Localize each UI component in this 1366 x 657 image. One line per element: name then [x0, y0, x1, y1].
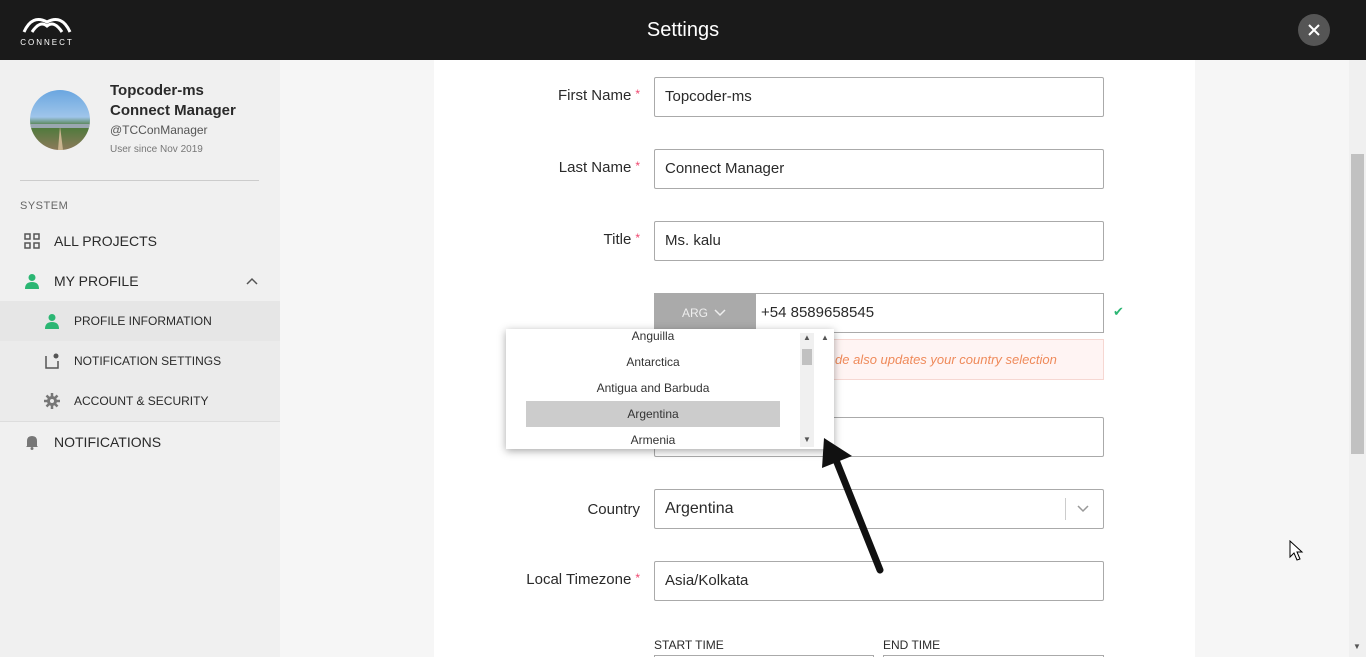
page-scroll-down-arrow[interactable]: ▼ — [1353, 642, 1361, 651]
sidebar-item-my-profile[interactable]: MY PROFILE — [0, 261, 280, 301]
valid-check-icon: ✔ — [1113, 304, 1124, 319]
timezone-label-text: Local Timezone — [526, 571, 632, 588]
user-handle: @TCConManager — [110, 123, 208, 137]
timezone-label: Local Timezone * — [480, 571, 640, 588]
gear-icon — [44, 393, 60, 409]
phone-number-input[interactable]: +54 8589658545 — [756, 293, 1104, 333]
scroll-up-arrow[interactable]: ▲ — [800, 333, 814, 342]
sidebar-subitem-label: ACCOUNT & SECURITY — [74, 394, 209, 408]
chevron-up-icon[interactable] — [246, 276, 258, 286]
listbox-option-selected[interactable]: Argentina — [526, 401, 780, 427]
sidebar-subitem-notification-settings[interactable]: NOTIFICATION SETTINGS — [0, 341, 280, 381]
sidebar-item-all-projects[interactable]: ALL PROJECTS — [0, 221, 280, 261]
page-title: Settings — [646, 19, 720, 41]
scroll-up-arrow-outer[interactable]: ▲ — [818, 333, 832, 342]
bell-icon — [26, 436, 38, 450]
sidebar-item-label: NOTIFICATIONS — [54, 434, 162, 450]
listbox-scroll-thumb[interactable] — [802, 349, 812, 365]
phone-code-text: ARG — [682, 306, 709, 320]
person-icon — [25, 274, 39, 289]
user-name-line2: Connect Manager — [110, 102, 236, 119]
phone-country-code-select[interactable]: ARG — [654, 293, 756, 333]
user-name-line1: Topcoder-ms — [110, 82, 204, 99]
country-select-value: Argentina — [665, 500, 734, 517]
close-button[interactable] — [1298, 14, 1330, 46]
notification-icon — [45, 353, 59, 369]
page-scrollbar[interactable]: ▼ — [1349, 60, 1366, 657]
user-since: User since Nov 2019 — [110, 144, 203, 155]
start-time-label: START TIME — [654, 638, 724, 652]
title-input[interactable]: Ms. kalu — [654, 221, 1104, 261]
avatar — [30, 90, 90, 150]
sidebar-subitem-label: PROFILE INFORMATION — [74, 314, 212, 328]
sidebar: Topcoder-ms Connect Manager @TCConManage… — [0, 60, 280, 657]
sidebar-divider — [20, 180, 259, 181]
chevron-down-icon — [714, 309, 726, 317]
sidebar-subitem-account-security[interactable]: ACCOUNT & SECURITY — [0, 381, 280, 421]
last-name-label: Last Name * — [500, 159, 640, 176]
first-name-label-text: First Name — [557, 87, 632, 104]
listbox-option[interactable]: Anguilla — [526, 329, 780, 349]
first-name-input[interactable]: Topcoder-ms — [654, 77, 1104, 117]
page-scroll-thumb[interactable] — [1351, 154, 1364, 454]
required-mark: * — [635, 159, 640, 173]
user-name: Topcoder-ms Connect Manager — [110, 81, 236, 121]
last-name-label-text: Last Name — [558, 159, 632, 176]
mouse-cursor-icon — [1289, 540, 1304, 561]
required-mark: * — [635, 87, 640, 101]
end-time-label: END TIME — [883, 638, 941, 652]
sidebar-item-label: MY PROFILE — [54, 273, 139, 289]
title-label-text: Title — [603, 231, 632, 248]
listbox-option[interactable]: Antarctica — [526, 349, 780, 375]
listbox-option[interactable]: Armenia — [526, 427, 780, 449]
required-mark: * — [635, 231, 640, 245]
title-label: Title * — [500, 231, 640, 248]
first-name-label: First Name * — [500, 87, 640, 104]
last-name-input[interactable]: Connect Manager — [654, 149, 1104, 189]
sidebar-section-label: SYSTEM — [20, 200, 69, 212]
annotation-arrow-icon — [822, 438, 884, 574]
sidebar-item-label: ALL PROJECTS — [54, 233, 157, 249]
sidebar-item-notifications[interactable]: NOTIFICATIONS — [0, 421, 280, 461]
listbox-option[interactable]: Antigua and Barbuda — [526, 375, 780, 401]
chevron-down-icon[interactable] — [1077, 490, 1089, 528]
country-label: Country — [587, 501, 640, 518]
grid-icon — [24, 233, 40, 249]
person-icon — [45, 314, 59, 329]
top-bar: CONNECT Settings — [0, 0, 1366, 60]
sidebar-subitem-label: NOTIFICATION SETTINGS — [74, 354, 222, 368]
sidebar-subitem-profile-information[interactable]: PROFILE INFORMATION — [0, 301, 280, 341]
close-icon — [1308, 24, 1320, 36]
select-separator — [1065, 498, 1066, 520]
phone-country-listbox[interactable]: Anguilla Antarctica Antigua and Barbuda … — [506, 329, 834, 449]
avatar-image — [30, 124, 90, 150]
required-mark: * — [635, 571, 640, 585]
